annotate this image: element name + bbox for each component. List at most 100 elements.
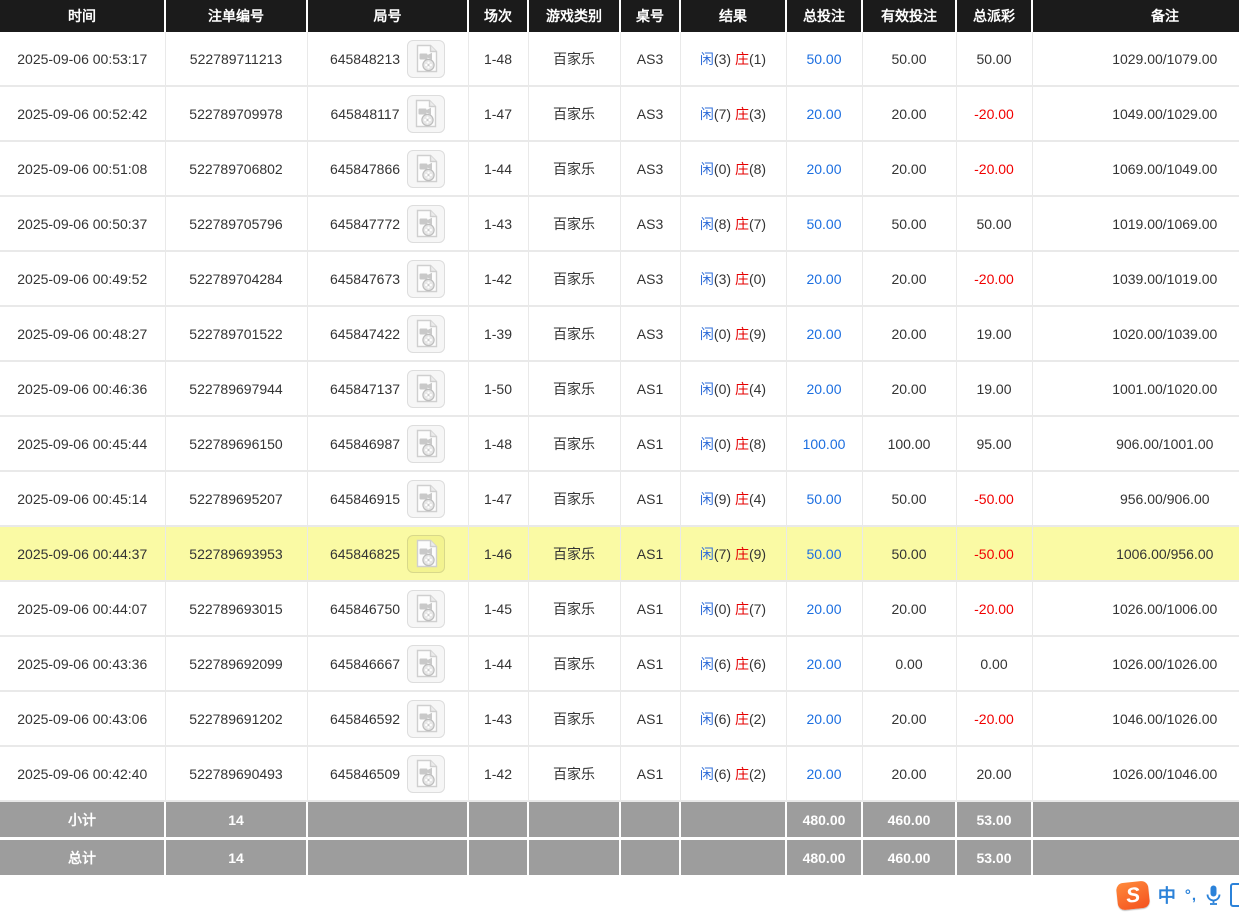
- grand-total-valid-bet: 460.00: [862, 839, 956, 877]
- table-row: 2025-09-06 00:42:40 522789690493 6458465…: [0, 746, 1239, 801]
- video-replay-button[interactable]: [407, 645, 445, 683]
- result-player-score: (0): [714, 326, 731, 342]
- ime-chinese-mode-toggle[interactable]: 中: [1158, 882, 1176, 908]
- result-banker-score: (9): [749, 326, 766, 342]
- cell-total-payout: 50.00: [956, 32, 1032, 86]
- video-file-icon: [414, 594, 439, 623]
- cell-round: 645847866: [307, 141, 468, 196]
- col-header-round: 局号: [307, 0, 468, 32]
- cell-bet-id: 522789693015: [165, 581, 307, 636]
- result-player-label: 闲: [700, 601, 714, 617]
- cell-valid-bet: 20.00: [862, 86, 956, 141]
- video-replay-button[interactable]: [407, 480, 445, 518]
- result-player-score: (3): [714, 271, 731, 287]
- cell-bet-id: 522789690493: [165, 746, 307, 801]
- grand-total-row: 总计 14 480.00 460.00 53.00: [0, 839, 1239, 877]
- cell-table-no: AS1: [620, 691, 680, 746]
- total-bet-link[interactable]: 20.00: [806, 711, 841, 727]
- cell-game-type: 百家乐: [528, 526, 620, 581]
- cell-game-type: 百家乐: [528, 471, 620, 526]
- cell-session: 1-42: [468, 251, 528, 306]
- microphone-icon[interactable]: [1206, 885, 1221, 906]
- cell-session: 1-44: [468, 141, 528, 196]
- cell-time: 2025-09-06 00:51:08: [0, 141, 165, 196]
- video-replay-button[interactable]: [407, 535, 445, 573]
- video-replay-button[interactable]: [407, 700, 445, 738]
- total-bet-link[interactable]: 20.00: [806, 601, 841, 617]
- total-bet-link[interactable]: 20.00: [806, 271, 841, 287]
- cell-total-bet: 20.00: [786, 361, 862, 416]
- table-row: 2025-09-06 00:44:07 522789693015 6458467…: [0, 581, 1239, 636]
- video-file-icon: [414, 44, 439, 73]
- total-bet-link[interactable]: 20.00: [806, 381, 841, 397]
- col-header-result: 结果: [680, 0, 786, 32]
- result-banker-label: 庄: [735, 51, 749, 67]
- cell-time: 2025-09-06 00:49:52: [0, 251, 165, 306]
- cell-result: 闲(8) 庄(7): [680, 196, 786, 251]
- total-bet-link[interactable]: 20.00: [806, 326, 841, 342]
- total-bet-link[interactable]: 50.00: [806, 216, 841, 232]
- total-bet-link[interactable]: 20.00: [806, 161, 841, 177]
- cell-session: 1-46: [468, 526, 528, 581]
- result-player-score: (7): [714, 106, 731, 122]
- result-banker-score: (2): [749, 766, 766, 782]
- ime-keyboard-icon-partial[interactable]: [1230, 883, 1239, 907]
- table-body: 2025-09-06 00:53:17 522789711213 6458482…: [0, 32, 1239, 801]
- cell-total-bet: 20.00: [786, 636, 862, 691]
- cell-game-type: 百家乐: [528, 251, 620, 306]
- cell-remark: 1019.00/1069.00: [1032, 196, 1239, 251]
- cell-remark: 1026.00/1026.00: [1032, 636, 1239, 691]
- total-bet-link[interactable]: 50.00: [806, 491, 841, 507]
- video-replay-button[interactable]: [407, 370, 445, 408]
- video-replay-button[interactable]: [407, 425, 445, 463]
- cell-table-no: AS1: [620, 471, 680, 526]
- cell-valid-bet: 50.00: [862, 526, 956, 581]
- cell-table-no: AS3: [620, 251, 680, 306]
- result-banker-label: 庄: [735, 216, 749, 232]
- cell-bet-id: 522789709978: [165, 86, 307, 141]
- result-banker-label: 庄: [735, 271, 749, 287]
- cell-table-no: AS3: [620, 32, 680, 86]
- ime-toolbar: S 中 °,: [1117, 880, 1239, 910]
- grand-total-count: 14: [165, 839, 307, 877]
- video-replay-button[interactable]: [407, 590, 445, 628]
- round-number: 645848117: [330, 106, 399, 122]
- video-replay-button[interactable]: [407, 150, 445, 188]
- cell-bet-id: 522789697944: [165, 361, 307, 416]
- cell-valid-bet: 20.00: [862, 691, 956, 746]
- total-bet-link[interactable]: 20.00: [806, 106, 841, 122]
- cell-valid-bet: 20.00: [862, 306, 956, 361]
- cell-game-type: 百家乐: [528, 141, 620, 196]
- table-row: 2025-09-06 00:53:17 522789711213 6458482…: [0, 32, 1239, 86]
- result-player-score: (3): [714, 51, 731, 67]
- cell-valid-bet: 20.00: [862, 581, 956, 636]
- sogou-ime-logo-icon[interactable]: S: [1116, 880, 1151, 910]
- video-replay-button[interactable]: [407, 40, 445, 78]
- total-bet-link[interactable]: 50.00: [806, 546, 841, 562]
- video-replay-button[interactable]: [407, 755, 445, 793]
- video-file-icon: [414, 374, 439, 403]
- table-row: 2025-09-06 00:50:37 522789705796 6458477…: [0, 196, 1239, 251]
- video-replay-button[interactable]: [407, 205, 445, 243]
- video-replay-button[interactable]: [407, 315, 445, 353]
- cell-round: 645846915: [307, 471, 468, 526]
- cell-session: 1-48: [468, 32, 528, 86]
- result-banker-label: 庄: [735, 491, 749, 507]
- cell-total-bet: 50.00: [786, 471, 862, 526]
- video-replay-button[interactable]: [407, 260, 445, 298]
- result-banker-score: (7): [749, 216, 766, 232]
- video-file-icon: [414, 484, 439, 513]
- round-number: 645847422: [330, 326, 400, 342]
- ime-punctuation-toggle[interactable]: °,: [1185, 887, 1197, 904]
- cell-remark: 956.00/906.00: [1032, 471, 1239, 526]
- total-bet-link[interactable]: 50.00: [806, 51, 841, 67]
- result-player-score: (9): [714, 491, 731, 507]
- video-replay-button[interactable]: [407, 95, 445, 133]
- total-bet-link[interactable]: 100.00: [803, 436, 846, 452]
- col-header-total-payout: 总派彩: [956, 0, 1032, 32]
- total-bet-link[interactable]: 20.00: [806, 766, 841, 782]
- cell-round: 645848213: [307, 32, 468, 86]
- total-bet-link[interactable]: 20.00: [806, 656, 841, 672]
- subtotal-label: 小计: [0, 801, 165, 839]
- cell-bet-id: 522789705796: [165, 196, 307, 251]
